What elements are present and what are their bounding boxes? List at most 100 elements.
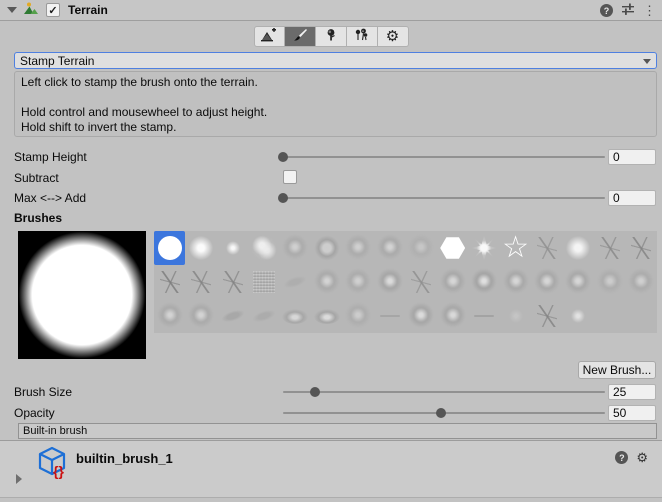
brush-thumbnail bbox=[503, 269, 529, 295]
brush-item[interactable] bbox=[343, 265, 374, 299]
brush-item[interactable] bbox=[406, 231, 437, 265]
presets-icon[interactable] bbox=[621, 2, 635, 19]
brush-item[interactable] bbox=[374, 299, 405, 333]
brush-item[interactable] bbox=[531, 265, 562, 299]
brush-item[interactable] bbox=[437, 231, 468, 265]
opacity-value-field[interactable] bbox=[608, 405, 656, 421]
brush-thumbnail bbox=[345, 303, 371, 329]
component-enabled-checkbox[interactable]: ✓ bbox=[46, 3, 60, 17]
asset-help-icon[interactable]: ? bbox=[615, 451, 628, 464]
brush-item[interactable] bbox=[406, 299, 437, 333]
tool-terrain-settings[interactable]: ⚙ bbox=[378, 26, 409, 47]
brush-item[interactable] bbox=[531, 299, 562, 333]
brush-item[interactable] bbox=[343, 231, 374, 265]
terrain-tool-toolbar: ⚙ bbox=[0, 26, 662, 47]
brush-item[interactable] bbox=[374, 231, 405, 265]
stamp-height-slider-knob[interactable] bbox=[278, 152, 288, 162]
brush-item[interactable] bbox=[626, 265, 657, 299]
brush-thumbnail bbox=[597, 303, 623, 329]
max-add-value-field[interactable] bbox=[608, 190, 656, 206]
brush-thumbnail bbox=[253, 271, 275, 293]
brush-preview bbox=[18, 231, 146, 359]
brush-thumbnail bbox=[600, 237, 620, 259]
brush-item[interactable] bbox=[280, 299, 311, 333]
brush-size-slider[interactable] bbox=[283, 391, 605, 393]
brush-thumbnail bbox=[440, 303, 466, 329]
brush-item[interactable] bbox=[437, 265, 468, 299]
brush-item[interactable] bbox=[217, 231, 248, 265]
brush-item[interactable] bbox=[154, 231, 185, 265]
brush-item[interactable] bbox=[563, 231, 594, 265]
subtract-checkbox[interactable] bbox=[283, 170, 297, 184]
brush-thumbnail bbox=[628, 303, 654, 329]
paint-tool-dropdown[interactable]: Stamp Terrain bbox=[14, 52, 657, 69]
tool-create-neighbor-terrains[interactable] bbox=[254, 26, 285, 47]
brush-item[interactable] bbox=[406, 265, 437, 299]
brush-item[interactable] bbox=[343, 299, 374, 333]
tool-paint-details[interactable] bbox=[347, 26, 378, 47]
brush-item[interactable] bbox=[248, 231, 279, 265]
help-icon[interactable]: ? bbox=[600, 4, 613, 17]
brush-item[interactable] bbox=[468, 299, 499, 333]
asset-gear-icon[interactable]: ⚙ bbox=[636, 451, 648, 464]
brush-thumbnail bbox=[160, 271, 180, 293]
brush-item[interactable] bbox=[311, 231, 342, 265]
brush-item[interactable] bbox=[154, 265, 185, 299]
brush-thumbnail bbox=[220, 235, 246, 261]
builtin-brush-bar[interactable]: Built-in brush bbox=[18, 423, 657, 439]
brush-thumbnail bbox=[411, 271, 431, 293]
brush-item[interactable] bbox=[185, 299, 216, 333]
brush-size-slider-knob[interactable] bbox=[310, 387, 320, 397]
brush-item[interactable] bbox=[626, 231, 657, 265]
brush-item[interactable] bbox=[500, 265, 531, 299]
brush-item[interactable] bbox=[594, 265, 625, 299]
brush-thumbnail bbox=[503, 235, 529, 261]
brush-item[interactable] bbox=[311, 265, 342, 299]
brush-item[interactable] bbox=[280, 265, 311, 299]
brush-thumbnail bbox=[282, 309, 308, 324]
brush-thumbnail bbox=[565, 303, 591, 329]
brush-item[interactable] bbox=[248, 265, 279, 299]
brush-item[interactable] bbox=[468, 265, 499, 299]
kebab-menu-icon[interactable]: ⋮ bbox=[643, 4, 656, 17]
brush-item[interactable] bbox=[500, 231, 531, 265]
brush-asset-panel: {} builtin_brush_1 ? ⚙ bbox=[0, 440, 662, 498]
component-title: Terrain bbox=[68, 3, 108, 17]
foldout-arrow-icon[interactable] bbox=[7, 7, 17, 13]
asset-foldout-arrow-icon[interactable] bbox=[16, 474, 22, 484]
brush-thumbnail bbox=[408, 303, 434, 329]
brush-item[interactable] bbox=[217, 299, 248, 333]
brush-item[interactable] bbox=[468, 231, 499, 265]
tool-paint-trees[interactable] bbox=[316, 26, 347, 47]
brush-item[interactable] bbox=[531, 231, 562, 265]
stamp-height-slider[interactable] bbox=[283, 156, 605, 158]
brush-item[interactable] bbox=[280, 231, 311, 265]
brush-thumbnail bbox=[251, 308, 277, 325]
max-add-slider[interactable] bbox=[283, 197, 605, 199]
opacity-slider[interactable] bbox=[283, 412, 605, 414]
brush-size-value-field[interactable] bbox=[608, 384, 656, 400]
brush-thumbnail bbox=[314, 235, 340, 261]
paintbrush-icon bbox=[292, 28, 308, 45]
max-add-slider-knob[interactable] bbox=[278, 193, 288, 203]
stamp-height-value-field[interactable] bbox=[608, 149, 656, 165]
opacity-slider-knob[interactable] bbox=[436, 408, 446, 418]
brush-item[interactable] bbox=[594, 231, 625, 265]
terrain-inspector: ✓ Terrain ? ⋮ bbox=[0, 0, 662, 502]
brush-item[interactable] bbox=[563, 265, 594, 299]
brush-item[interactable] bbox=[248, 299, 279, 333]
brush-item[interactable] bbox=[185, 231, 216, 265]
brush-item[interactable] bbox=[185, 265, 216, 299]
brush-item[interactable] bbox=[154, 299, 185, 333]
brush-item[interactable] bbox=[374, 265, 405, 299]
brush-item[interactable] bbox=[563, 299, 594, 333]
brush-item[interactable] bbox=[311, 299, 342, 333]
brush-item[interactable] bbox=[500, 299, 531, 333]
new-brush-button[interactable]: New Brush... bbox=[578, 361, 656, 379]
brush-item[interactable] bbox=[217, 265, 248, 299]
brush-thumbnail bbox=[283, 274, 309, 291]
tool-paint-terrain[interactable] bbox=[285, 26, 316, 47]
max-add-label: Max <--> Add bbox=[14, 191, 244, 205]
terrain-component-icon bbox=[23, 1, 39, 20]
brush-item[interactable] bbox=[437, 299, 468, 333]
